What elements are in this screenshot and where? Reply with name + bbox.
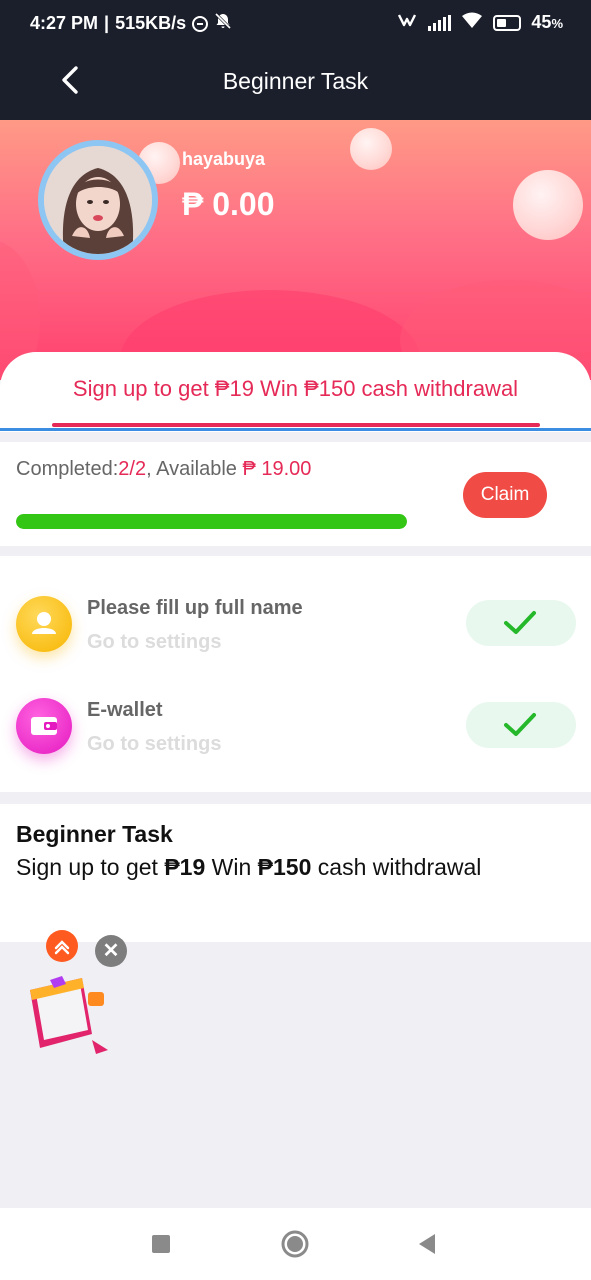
decorative-bubble bbox=[350, 128, 392, 170]
checkmark-icon bbox=[504, 713, 536, 736]
vpn-icon bbox=[396, 12, 418, 33]
avatar-image bbox=[44, 146, 152, 254]
mute-bell-icon bbox=[214, 12, 232, 35]
status-time: 4:27 PM bbox=[30, 13, 99, 33]
person-icon bbox=[16, 596, 72, 652]
triangle-back-icon bbox=[419, 1234, 435, 1254]
recent-apps-button[interactable] bbox=[143, 1226, 179, 1262]
promo-tab-card: Sign up to get ₱19 Win ₱150 cash withdra… bbox=[0, 352, 591, 432]
gift-box-icon[interactable] bbox=[22, 970, 112, 1056]
info-card: Beginner Task Sign up to get ₱19 Win ₱15… bbox=[0, 804, 591, 942]
task-complete-badge bbox=[466, 600, 576, 646]
balance-amount: ₱ 0.00 bbox=[182, 186, 275, 222]
battery-percent: 45% bbox=[531, 12, 563, 32]
info-text-mid: Win bbox=[205, 854, 258, 880]
avatar[interactable] bbox=[38, 140, 158, 260]
back-nav-button[interactable] bbox=[409, 1226, 445, 1262]
progress-status: Completed:2/2, Available ₱ 19.00 bbox=[16, 458, 311, 481]
info-text-suffix: cash withdrawal bbox=[311, 854, 482, 880]
header-bar: Beginner Task bbox=[0, 42, 591, 120]
profile-banner: hayabuya ₱ 0.00 bbox=[0, 120, 591, 380]
info-description: Sign up to get ₱19 Win ₱150 cash withdra… bbox=[16, 854, 481, 881]
task-title: Please fill up full name bbox=[87, 597, 303, 619]
wallet-icon bbox=[16, 698, 72, 754]
progress-bar-fill bbox=[16, 514, 407, 529]
active-tab-indicator bbox=[52, 423, 540, 427]
system-navigation-bar bbox=[0, 1208, 591, 1280]
claim-button[interactable]: Claim bbox=[463, 472, 547, 518]
status-bar: 4:27 PM | 515KB/s 45% bbox=[0, 0, 591, 42]
wifi-icon bbox=[461, 12, 483, 33]
status-separator: | bbox=[104, 13, 110, 33]
progress-card: Completed:2/2, Available ₱ 19.00 Claim bbox=[0, 442, 591, 546]
completed-value: 2/2 bbox=[118, 458, 147, 480]
checkmark-icon bbox=[504, 611, 536, 634]
progress-bar bbox=[16, 514, 407, 529]
double-chevron-up-icon[interactable] bbox=[46, 930, 78, 962]
status-network-speed: 515KB/s bbox=[115, 13, 187, 33]
home-button[interactable] bbox=[277, 1226, 313, 1262]
available-value: ₱ 19.00 bbox=[242, 458, 312, 480]
promo-tab[interactable]: Sign up to get ₱19 Win ₱150 cash withdra… bbox=[0, 376, 591, 402]
square-icon bbox=[152, 1235, 170, 1253]
decorative-bubble bbox=[513, 170, 583, 240]
task-link[interactable]: Go to settings bbox=[87, 631, 221, 654]
circle-icon bbox=[281, 1230, 309, 1258]
task-item-full-name[interactable]: Please fill up full name Go to settings bbox=[0, 584, 591, 664]
battery-icon bbox=[493, 14, 522, 31]
signal-icon bbox=[428, 14, 452, 31]
task-complete-badge bbox=[466, 702, 576, 748]
info-amount-signup: ₱19 bbox=[164, 854, 206, 880]
info-amount-withdrawal: ₱150 bbox=[257, 854, 312, 880]
floating-gift-widget[interactable]: ✕ bbox=[18, 930, 130, 1060]
page-title: Beginner Task bbox=[222, 68, 369, 94]
divider bbox=[0, 428, 591, 431]
task-title: E-wallet bbox=[87, 699, 163, 721]
username: hayabuya bbox=[182, 149, 266, 169]
info-text-prefix: Sign up to get bbox=[16, 854, 165, 880]
do-not-disturb-icon bbox=[192, 15, 209, 32]
task-link[interactable]: Go to settings bbox=[87, 733, 221, 756]
completed-label: Completed: bbox=[16, 458, 119, 480]
available-label: , Available bbox=[146, 458, 243, 480]
close-icon[interactable]: ✕ bbox=[95, 935, 127, 967]
info-title: Beginner Task bbox=[16, 821, 173, 847]
task-item-e-wallet[interactable]: E-wallet Go to settings bbox=[0, 686, 591, 766]
task-list: Please fill up full name Go to settings … bbox=[0, 556, 591, 792]
